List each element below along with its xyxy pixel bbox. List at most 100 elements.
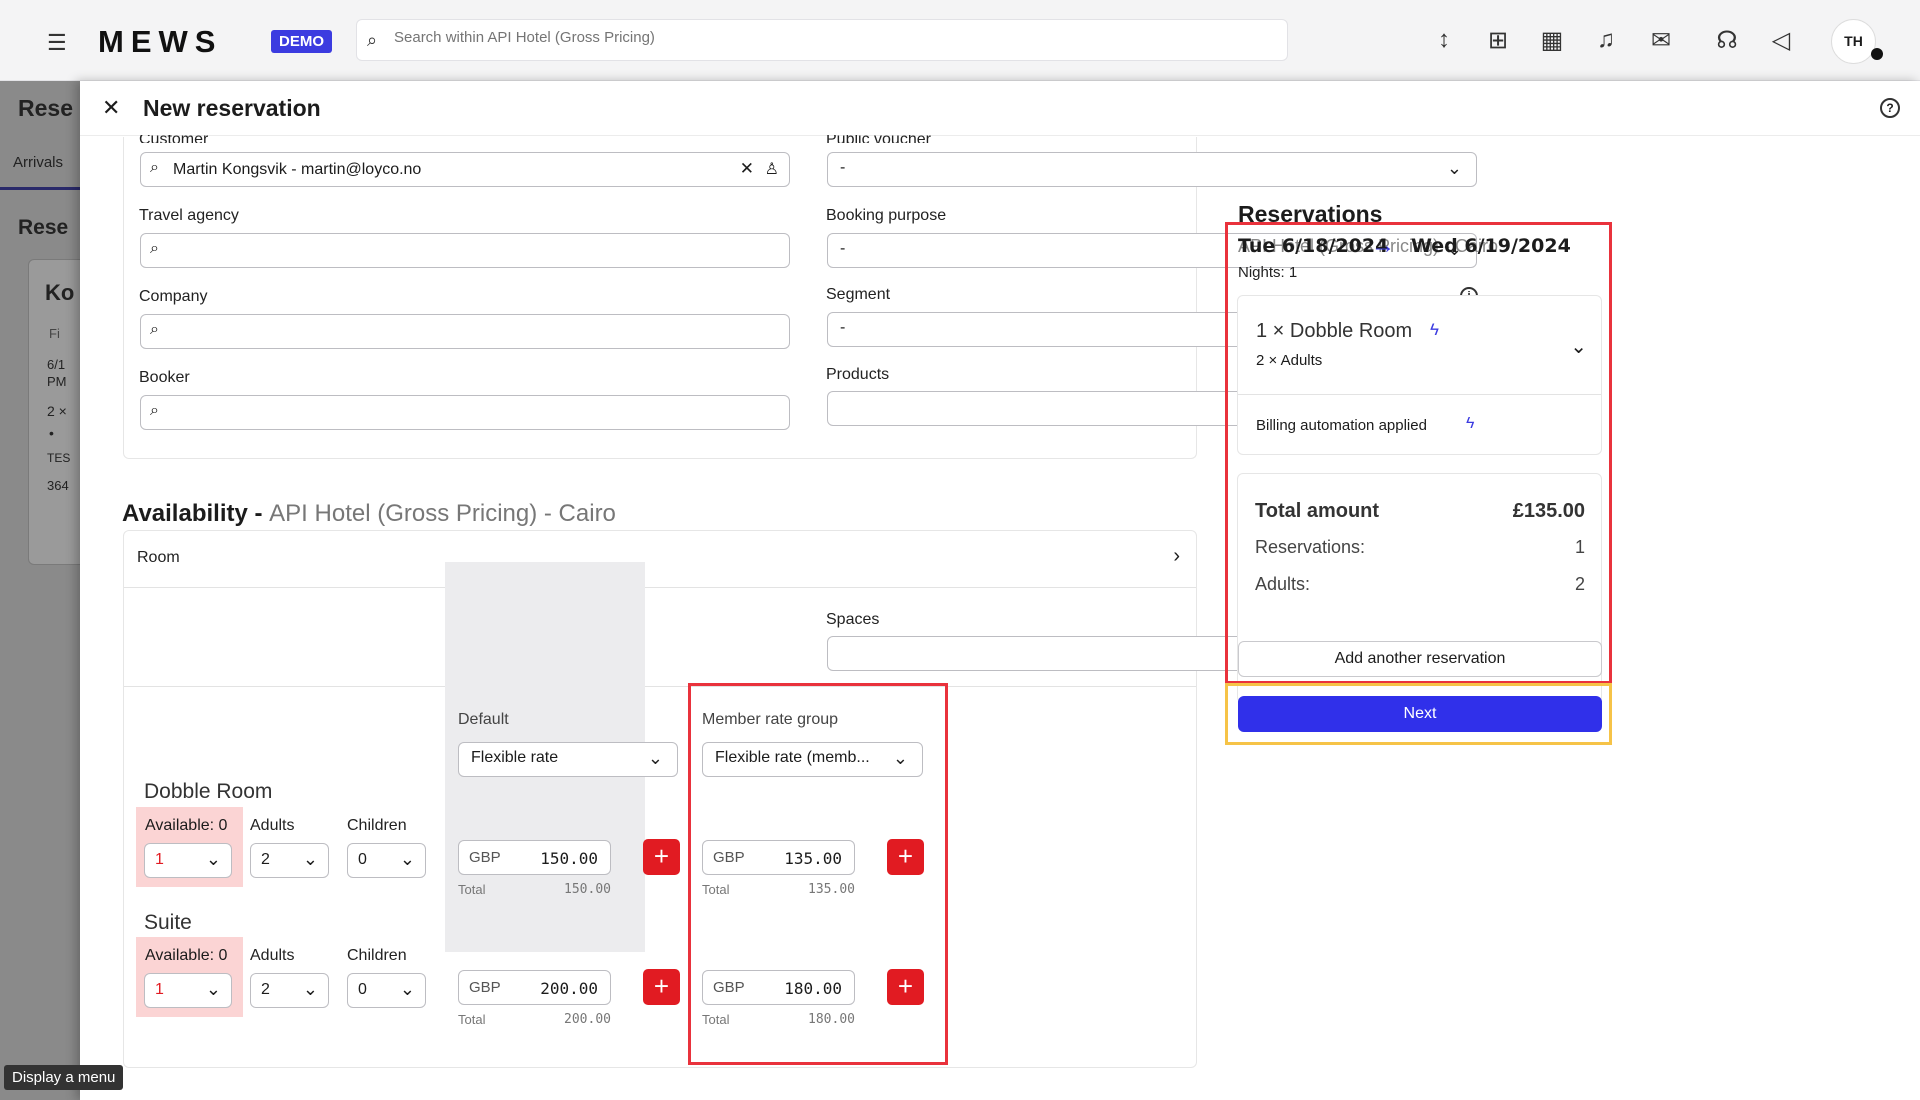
next-highlight — [1225, 683, 1612, 745]
voucher-label: Public voucher — [826, 135, 931, 143]
calendar-icon[interactable]: ▦ — [1537, 26, 1567, 55]
room-qty-select[interactable]: 1 ⌄ — [144, 973, 232, 1008]
divider — [124, 587, 1196, 588]
bg-tab-underline — [0, 187, 80, 190]
default-rate-value: Flexible rate — [471, 749, 559, 766]
segment-label: Segment — [826, 286, 891, 303]
top-bar: ☰ MEWS DEMO ⌕ ↕ ⊞ ▦ ♫ ✉ ☊ ◁ TH — [0, 0, 1920, 81]
bg-card-head: Ko — [45, 280, 75, 305]
status-dot — [1871, 48, 1883, 60]
total-value: 150.00 — [564, 882, 611, 897]
person-icon[interactable]: ♙ — [765, 159, 779, 179]
chevron-down-icon: ⌄ — [1446, 158, 1462, 178]
chevron-right-icon: › — [1173, 545, 1180, 567]
avatar[interactable]: TH — [1831, 19, 1876, 64]
add-default-rate-button[interactable]: + — [643, 839, 680, 875]
travel-agency-label: Travel agency — [139, 207, 239, 224]
megaphone-icon[interactable]: ◁ — [1766, 26, 1796, 55]
close-icon[interactable]: ✕ — [102, 95, 120, 121]
children-select[interactable]: 0 ⌄ — [347, 843, 426, 878]
bg-line: 364 — [47, 478, 69, 493]
bg-line: Fi — [49, 326, 60, 341]
children-value: 0 — [358, 981, 367, 998]
availability-box: Available: 0 1 ⌄ — [136, 937, 243, 1017]
demo-badge: DEMO — [271, 30, 332, 53]
availability-title-text: Availability - — [122, 500, 270, 527]
member-rate-highlight — [688, 683, 948, 1065]
menu-icon[interactable]: ☰ — [47, 30, 67, 56]
background-page: Rese Arrivals Rese Ko Fi 6/1 PM 2 × • TE… — [0, 81, 80, 1100]
children-value: 0 — [358, 851, 367, 868]
total-label: Total — [458, 1012, 486, 1027]
availability-hotel: API Hotel (Gross Pricing) - Cairo — [269, 500, 616, 527]
modal-title: New reservation — [143, 95, 321, 121]
total-value: 200.00 — [564, 1012, 611, 1027]
search-icon: ⌕ — [150, 402, 159, 419]
price-value: 150.00 — [540, 849, 598, 868]
clear-icon[interactable]: ✕ — [740, 159, 754, 179]
bg-line: 2 × — [47, 403, 67, 419]
search-input[interactable] — [394, 29, 1264, 46]
booking-purpose-label: Booking purpose — [826, 207, 947, 224]
default-price-input[interactable]: GBP 200.00 — [458, 970, 611, 1005]
default-label: Default — [458, 711, 509, 728]
bg-line: • — [49, 425, 54, 441]
spaces-label: Spaces — [826, 611, 880, 628]
availability-title: Availability - API Hotel (Gross Pricing)… — [122, 500, 616, 528]
room-qty-select[interactable]: 1 ⌄ — [144, 843, 232, 878]
customer-field[interactable]: ⌕ Martin Kongsvik - martin@loyco.no ✕ ♙ — [140, 152, 790, 187]
bg-tab: Arrivals — [13, 154, 64, 171]
bg-line: PM — [47, 374, 67, 389]
mail-icon[interactable]: ✉ — [1646, 26, 1676, 55]
booker-label: Booker — [139, 369, 190, 386]
help-icon[interactable]: ? — [1880, 98, 1900, 118]
booking-purpose-value: - — [840, 240, 846, 257]
room-name: Suite — [144, 911, 192, 934]
tooltip: Display a menu — [4, 1065, 124, 1090]
bg-subtitle: Rese — [18, 216, 69, 239]
total-label: Total — [458, 882, 486, 897]
search-icon: ⌕ — [150, 321, 159, 338]
default-price-input[interactable]: GBP 150.00 — [458, 840, 611, 875]
add-default-rate-button[interactable]: + — [643, 969, 680, 1005]
available-count: Available: 0 — [145, 947, 228, 964]
add-square-icon[interactable]: ⊞ — [1483, 26, 1513, 55]
chevron-down-icon: ⌄ — [205, 849, 221, 869]
travel-agency-field[interactable]: ⌕ — [140, 233, 790, 268]
adults-select[interactable]: 2 ⌄ — [250, 843, 329, 878]
company-label: Company — [139, 288, 208, 305]
voucher-select[interactable]: - ⌄ — [827, 152, 1477, 187]
search-icon: ⌕ — [150, 240, 159, 257]
global-search[interactable]: ⌕ — [356, 19, 1288, 61]
booker-field[interactable]: ⌕ — [140, 395, 790, 430]
room-row[interactable]: Room › — [124, 531, 1196, 587]
chevron-down-icon: ⌄ — [205, 979, 221, 999]
chevron-down-icon: ⌄ — [302, 849, 318, 869]
logo: MEWS — [98, 24, 223, 59]
room-name: Dobble Room — [144, 780, 273, 803]
divider — [124, 686, 1196, 687]
currency: GBP — [469, 979, 501, 996]
company-field[interactable]: ⌕ — [140, 314, 790, 349]
qty-value: 1 — [155, 851, 164, 868]
price-value: 200.00 — [540, 979, 598, 998]
customer-value: Martin Kongsvik - martin@loyco.no — [173, 161, 422, 178]
bell-icon[interactable]: ♫ — [1591, 26, 1621, 54]
chevron-down-icon: ⌄ — [399, 979, 415, 999]
products-label: Products — [826, 366, 890, 383]
default-rate-select[interactable]: Flexible rate ⌄ — [458, 742, 678, 777]
adults-value: 2 — [261, 851, 270, 868]
adults-select[interactable]: 2 ⌄ — [250, 973, 329, 1008]
children-label: Children — [347, 817, 407, 834]
children-select[interactable]: 0 ⌄ — [347, 973, 426, 1008]
available-count: Available: 0 — [145, 817, 228, 834]
currency: GBP — [469, 849, 501, 866]
adults-label: Adults — [250, 947, 295, 964]
support-icon[interactable]: ☊ — [1712, 26, 1742, 55]
sort-lines-icon[interactable]: ↕ — [1429, 26, 1459, 54]
customer-panel: Customer ⌕ Martin Kongsvik - martin@loyc… — [123, 135, 1478, 459]
new-reservation-modal: ✕ New reservation ? Customer ⌕ Martin Ko… — [80, 81, 1920, 1100]
segment-value: - — [840, 319, 846, 336]
voucher-value: - — [840, 159, 846, 176]
modal-header: ✕ New reservation ? — [80, 81, 1920, 136]
